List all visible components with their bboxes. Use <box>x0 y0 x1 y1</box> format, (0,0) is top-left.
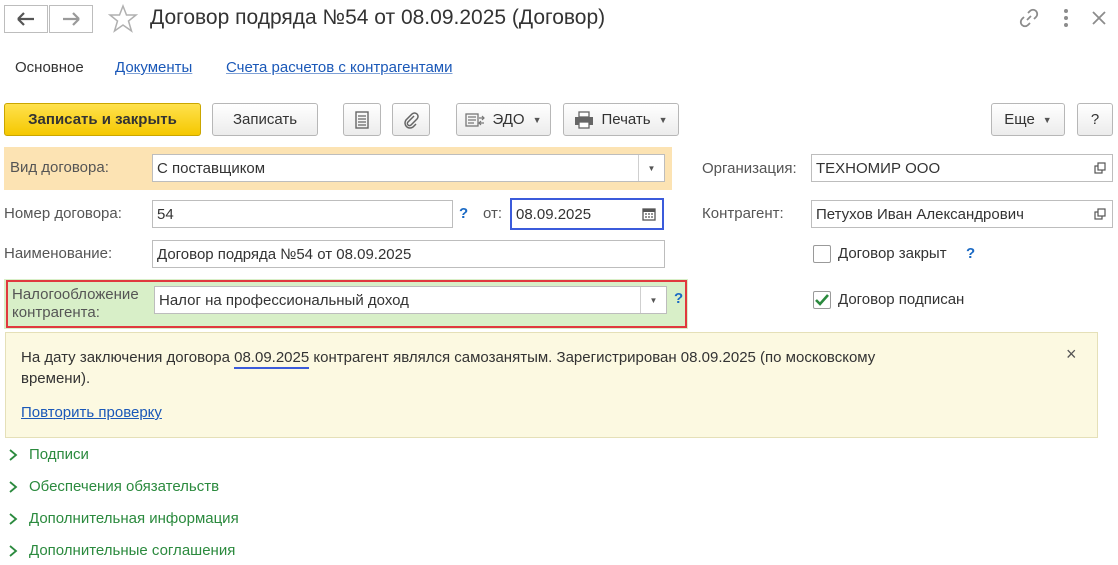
taxation-label-line2: контрагента: <box>12 304 100 321</box>
contract-type-label: Вид договора: <box>10 159 109 176</box>
tab-documents[interactable]: Документы <box>115 59 192 76</box>
save-label: Записать <box>232 111 298 128</box>
contract-number-field[interactable]: 54 <box>152 200 453 228</box>
open-icon[interactable] <box>1088 201 1112 227</box>
notice-text-after: контрагент являлся самозанятым. Зарегист… <box>309 349 876 366</box>
contract-number-label: Номер договора: <box>4 205 122 222</box>
taxation-help[interactable]: ? <box>674 290 683 307</box>
vertical-dots-icon[interactable] <box>1062 8 1070 28</box>
contract-signed-label: Договор подписан <box>838 291 965 308</box>
taxation-label-line1: Налогообложение <box>12 286 139 303</box>
contract-closed-checkbox[interactable] <box>813 245 831 263</box>
chevron-right-icon <box>9 480 18 493</box>
taxation-value: Налог на профессиональный доход <box>159 291 409 309</box>
save-and-close-label: Записать и закрыть <box>28 111 177 128</box>
edo-label: ЭДО <box>492 111 525 128</box>
notice-close-button[interactable]: × <box>1066 344 1077 365</box>
arrow-right-icon <box>63 12 80 26</box>
date-label: от: <box>483 205 503 222</box>
list-button[interactable] <box>343 103 381 136</box>
contract-number-value: 54 <box>157 205 174 223</box>
more-button[interactable]: Еще ▼ <box>991 103 1065 136</box>
contract-number-help[interactable]: ? <box>459 205 468 222</box>
contract-date-value: 08.09.2025 <box>516 205 592 223</box>
calendar-icon[interactable] <box>642 207 656 221</box>
back-button[interactable] <box>4 5 48 33</box>
tab-main[interactable]: Основное <box>15 59 84 76</box>
contract-closed-label: Договор закрыт <box>838 245 947 262</box>
counterparty-field[interactable]: Петухов Иван Александрович <box>811 200 1113 228</box>
attach-button[interactable] <box>392 103 430 136</box>
group-additional-agreements[interactable]: Дополнительные соглашения <box>8 542 235 559</box>
help-button[interactable]: ? <box>1077 103 1113 136</box>
arrow-left-icon <box>17 12 34 26</box>
counterparty-value: Петухов Иван Александрович <box>816 205 1024 223</box>
print-button[interactable]: Печать ▼ <box>563 103 679 136</box>
counterparty-label: Контрагент: <box>702 205 784 222</box>
chevron-down-icon[interactable]: ▼ <box>640 287 666 313</box>
edo-icon <box>465 112 486 127</box>
list-icon <box>355 110 369 129</box>
chevron-down-icon[interactable]: ▼ <box>638 155 664 181</box>
organization-label: Организация: <box>702 160 797 177</box>
organization-value: ТЕХНОМИР ООО <box>816 159 941 177</box>
chevron-down-icon: ▼ <box>532 114 542 125</box>
open-icon[interactable] <box>1088 155 1112 181</box>
checkmark-icon <box>815 294 829 306</box>
printer-icon <box>575 110 594 129</box>
retry-check-link[interactable]: Повторить проверку <box>21 404 162 421</box>
group-additional-info[interactable]: Дополнительная информация <box>8 510 239 527</box>
taxation-select[interactable]: Налог на профессиональный доход ▼ <box>154 286 667 314</box>
edo-button[interactable]: ЭДО ▼ <box>456 103 551 136</box>
contract-type-value: С поставщиком <box>157 159 266 177</box>
group-label: Подписи <box>29 446 89 463</box>
contract-closed-help[interactable]: ? <box>966 245 975 262</box>
contract-date-field[interactable]: 08.09.2025 <box>510 198 664 230</box>
organization-field[interactable]: ТЕХНОМИР ООО <box>811 154 1113 182</box>
contract-type-select[interactable]: С поставщиком ▼ <box>152 154 665 182</box>
chevron-right-icon <box>9 512 18 525</box>
group-obligations[interactable]: Обеспечения обязательств <box>8 478 219 495</box>
star-icon[interactable] <box>108 4 138 34</box>
link-icon[interactable] <box>1019 8 1039 28</box>
contract-name-field[interactable]: Договор подряда №54 от 08.09.2025 <box>152 240 665 268</box>
tab-settlement-accounts[interactable]: Счета расчетов с контрагентами <box>226 59 452 76</box>
chevron-right-icon <box>9 544 18 557</box>
help-label: ? <box>1090 111 1100 128</box>
more-label: Еще <box>1004 111 1035 128</box>
forward-button[interactable] <box>49 5 93 33</box>
page-title: Договор подряда №54 от 08.09.2025 (Догов… <box>150 6 606 29</box>
save-and-close-button[interactable]: Записать и закрыть <box>4 103 201 136</box>
notice-date: 08.09.2025 <box>234 349 310 369</box>
contract-name-value: Договор подряда №54 от 08.09.2025 <box>157 245 412 263</box>
self-employed-notice: На дату заключения договора 08.09.2025 к… <box>5 332 1098 438</box>
print-label: Печать <box>601 111 651 128</box>
group-label: Дополнительные соглашения <box>29 542 236 559</box>
paperclip-icon <box>404 111 419 129</box>
chevron-down-icon: ▼ <box>1042 114 1052 125</box>
save-button[interactable]: Записать <box>212 103 318 136</box>
contract-name-label: Наименование: <box>4 245 113 262</box>
chevron-down-icon: ▼ <box>658 114 668 125</box>
close-icon[interactable] <box>1091 10 1107 26</box>
chevron-right-icon <box>9 448 18 461</box>
group-label: Обеспечения обязательств <box>29 478 220 495</box>
group-label: Дополнительная информация <box>29 510 239 527</box>
notice-text: На дату заключения договора 08.09.2025 к… <box>21 347 1051 389</box>
notice-text-line2: времени). <box>21 370 91 387</box>
contract-signed-checkbox[interactable] <box>813 291 831 309</box>
group-signatures[interactable]: Подписи <box>8 446 89 463</box>
notice-text-before: На дату заключения договора <box>21 349 235 366</box>
